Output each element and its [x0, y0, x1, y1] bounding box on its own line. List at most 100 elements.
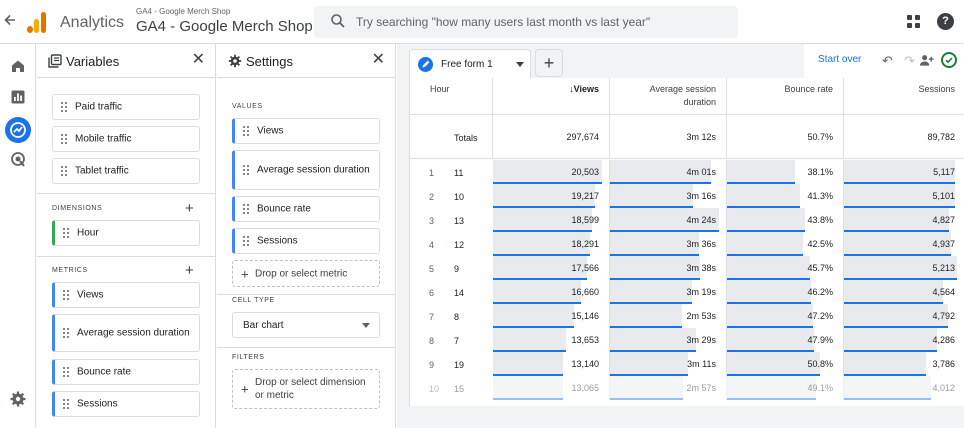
bar-fill — [727, 256, 810, 280]
search-input[interactable]: Try searching "how many users last month… — [356, 15, 650, 29]
metric-label: Bounce rate — [77, 366, 131, 378]
segment-chip[interactable]: Tablet traffic — [52, 158, 200, 184]
drag-handle-icon[interactable] — [243, 204, 249, 214]
drag-handle-icon[interactable] — [63, 328, 69, 338]
metric-chip[interactable]: Sessions — [52, 391, 200, 417]
help-icon[interactable]: ? — [937, 13, 954, 30]
sessions-cell: 4,286 — [844, 328, 964, 352]
reports-icon[interactable] — [9, 88, 27, 106]
drag-handle-icon[interactable] — [243, 236, 249, 246]
search-bar[interactable]: Try searching "how many users last month… — [314, 6, 738, 38]
close-settings-icon[interactable]: ✕ — [372, 52, 385, 68]
metric-chip[interactable]: Average session duration — [52, 314, 200, 352]
advertising-icon[interactable] — [9, 150, 27, 168]
drag-handle-icon[interactable] — [243, 126, 249, 136]
drag-handle-icon[interactable] — [63, 399, 69, 409]
sessions-cell: 4,792 — [844, 304, 964, 328]
drag-handle-icon[interactable] — [63, 367, 69, 377]
column-header-bounce-rate[interactable]: Bounce rate — [727, 78, 844, 115]
column-header-label: Sessions — [918, 84, 955, 94]
drop-filter-target[interactable]: + Drop or select dimension or metric — [232, 369, 380, 409]
hour-cell: 7 — [454, 336, 460, 346]
cell-value: 13,653 — [571, 335, 599, 345]
duration-cell: 4m 01s — [610, 160, 727, 184]
row-index: 8 — [429, 336, 435, 346]
table-row[interactable]: 8 7 13,653 3m 29s 47.9% 4,286 — [410, 328, 964, 352]
apps-grid-icon[interactable] — [907, 15, 921, 29]
dimension-chip[interactable]: Hour — [52, 220, 200, 246]
drag-handle-icon[interactable] — [63, 290, 69, 300]
share-people-icon[interactable] — [919, 53, 934, 68]
totals-bounce: 50.7% — [727, 115, 844, 158]
cell-value: 18,291 — [571, 239, 599, 249]
account-name[interactable]: GA4 - Google Merch Shop — [136, 7, 230, 16]
cell-value: 3m 11s — [687, 359, 716, 369]
property-name[interactable]: GA4 - Google Merch Shop — [136, 18, 313, 35]
cell-value: 3,786 — [932, 359, 955, 369]
add-dimension-icon[interactable]: + — [185, 201, 194, 216]
column-header-views[interactable]: ↓Views — [493, 78, 610, 115]
cell-value: 41.3% — [807, 191, 833, 201]
row-index: 10 — [429, 384, 440, 394]
column-header-label: Bounce rate — [784, 84, 833, 94]
column-header-sessions[interactable]: Sessions — [844, 78, 964, 115]
redo-icon[interactable]: ↷ — [902, 53, 917, 68]
table-row[interactable]: 10 15 13,065 2m 57s 49.1% 4,012 — [410, 376, 964, 400]
tab-free-form[interactable]: Free form 1 — [409, 49, 531, 79]
drag-handle-icon[interactable] — [63, 228, 69, 238]
admin-gear-icon[interactable] — [9, 390, 27, 408]
value-chip[interactable]: Average session duration — [232, 150, 380, 190]
undo-icon[interactable]: ↶ — [880, 53, 895, 68]
metric-chip[interactable]: Bounce rate — [52, 359, 200, 385]
value-chip[interactable]: Sessions — [232, 228, 380, 254]
home-icon[interactable] — [9, 57, 27, 75]
add-tab-button[interactable]: + — [535, 49, 563, 77]
bounce-cell: 50.8% — [727, 352, 844, 376]
table-row[interactable]: 4 12 18,291 3m 36s 42.5% 4,937 — [410, 232, 964, 256]
hour-cell: 15 — [454, 384, 465, 394]
bar-fill — [610, 352, 688, 376]
value-chip[interactable]: Bounce rate — [232, 196, 380, 222]
bar-fill — [844, 376, 931, 400]
cell-type-select[interactable]: Bar chart — [232, 312, 380, 338]
explore-icon[interactable] — [5, 117, 31, 143]
table-row[interactable]: 2 10 19,217 3m 16s 41.3% 5,101 — [410, 184, 964, 208]
sessions-cell: 4,012 — [844, 376, 964, 400]
bar-fill — [727, 232, 803, 256]
table-row[interactable]: 7 8 15,146 2m 53s 47.2% 4,792 — [410, 304, 964, 328]
arrow-back-icon[interactable] — [3, 13, 17, 31]
drag-handle-icon[interactable] — [61, 166, 67, 176]
analytics-logo-icon[interactable] — [26, 11, 48, 33]
settings-header: Settings ✕ — [217, 44, 395, 78]
cell-value: 3m 36s — [686, 239, 716, 249]
close-variables-icon[interactable]: ✕ — [192, 52, 205, 68]
table-row[interactable]: 5 9 17,566 3m 38s 45.7% 5,213 — [410, 256, 964, 280]
drag-handle-icon[interactable] — [61, 134, 67, 144]
start-over-button[interactable]: Start over — [818, 54, 861, 65]
column-header-avg-session-duration[interactable]: Average session duration — [610, 78, 727, 115]
table-row[interactable]: 6 14 16,660 3m 19s 46.2% 4,564 — [410, 280, 964, 304]
column-header-hour[interactable]: Hour — [410, 78, 493, 115]
left-nav — [0, 44, 36, 428]
row-index: 6 — [429, 288, 435, 298]
bar-fill — [727, 208, 805, 232]
bar-fill — [610, 328, 696, 352]
drag-handle-icon[interactable] — [243, 165, 249, 175]
drag-handle-icon[interactable] — [61, 102, 67, 112]
metric-chip[interactable]: Views — [52, 282, 200, 308]
table-row[interactable]: 3 13 18,599 4m 24s 43.8% 4,827 — [410, 208, 964, 232]
divider — [217, 294, 395, 295]
add-metric-icon[interactable]: + — [185, 263, 194, 278]
cell-value: 50.8% — [807, 359, 833, 369]
pencil-icon — [418, 57, 433, 72]
cell-value: 3m 29s — [686, 335, 716, 345]
drop-metric-target[interactable]: + Drop or select metric — [232, 260, 380, 287]
row-index: 9 — [429, 360, 435, 370]
value-chip[interactable]: Views — [232, 118, 380, 144]
table-row[interactable]: 1 11 20,503 4m 01s 38.1% 5,117 — [410, 160, 964, 184]
segment-chip[interactable]: Mobile traffic — [52, 126, 200, 152]
check-circle-icon[interactable] — [941, 52, 957, 68]
table-row[interactable]: 9 19 13,140 3m 11s 50.8% 3,786 — [410, 352, 964, 376]
segment-chip[interactable]: Paid traffic — [52, 94, 200, 120]
tab-menu-chevron-icon[interactable] — [516, 62, 524, 67]
